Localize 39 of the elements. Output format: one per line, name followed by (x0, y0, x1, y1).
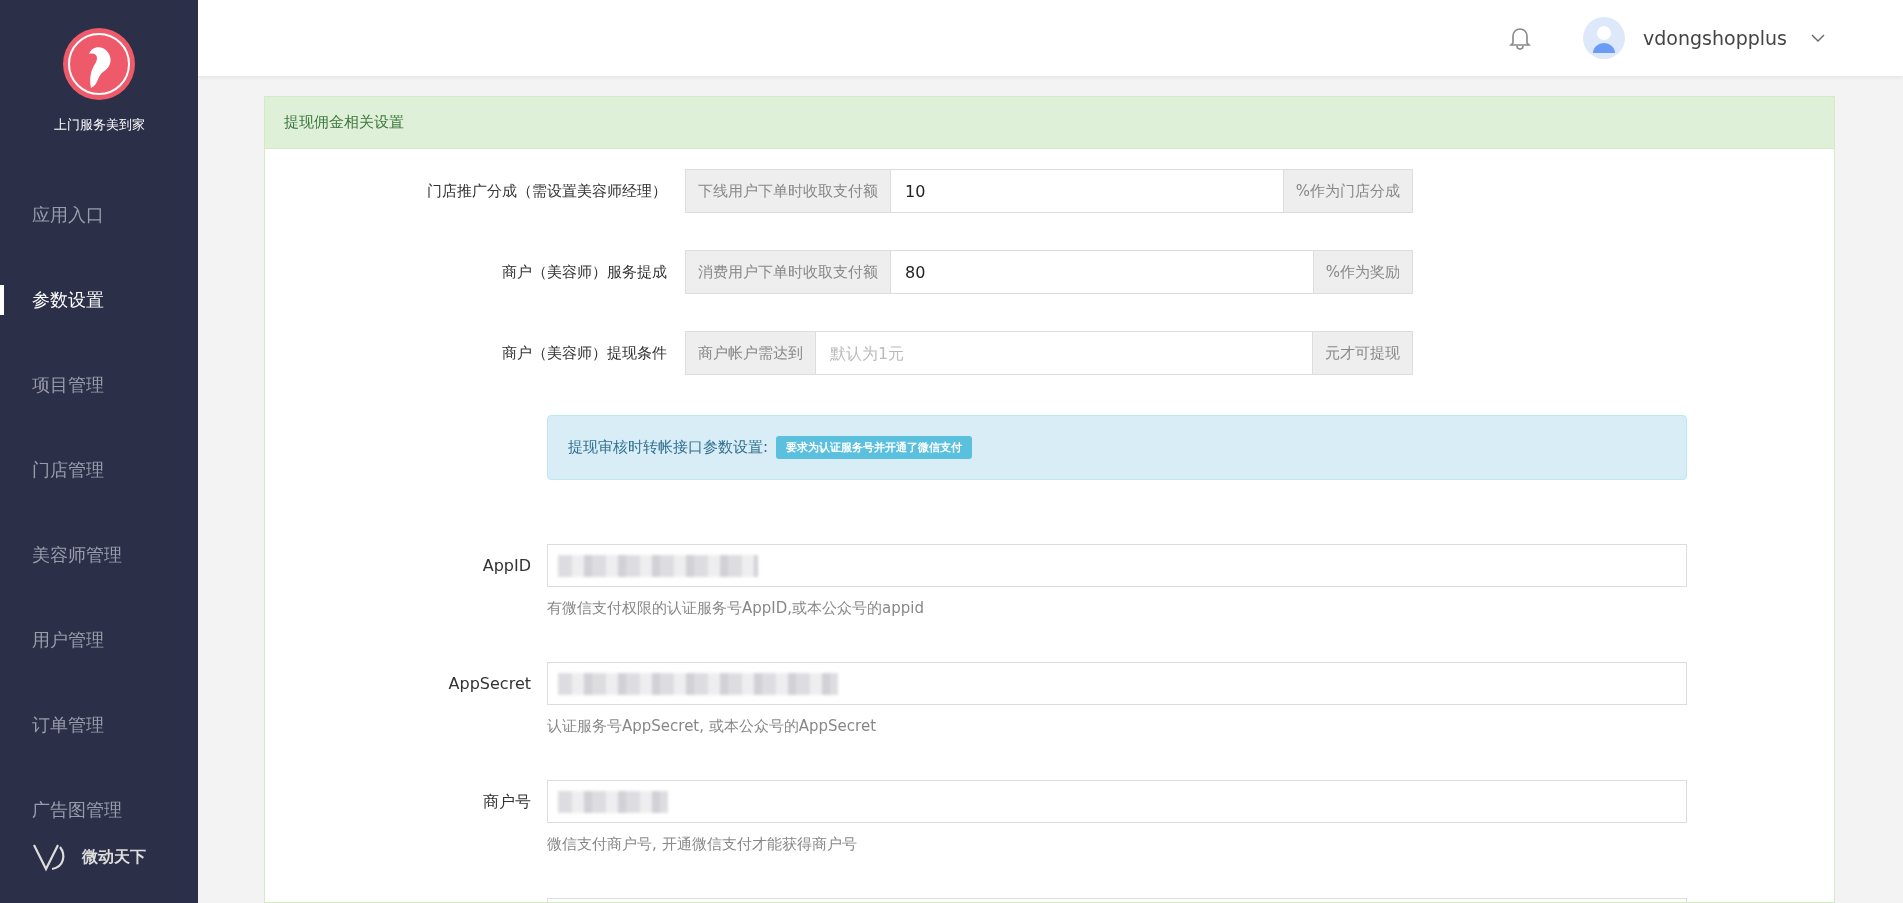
sidebar-item[interactable]: 项目管理 (0, 370, 104, 400)
input-field[interactable]: 80 (891, 250, 1313, 294)
caret-icon[interactable] (1811, 34, 1825, 42)
input-prefix: 下线用户下单时收取支付额 (685, 169, 891, 213)
input-suffix: %作为奖励 (1312, 250, 1413, 294)
input-field[interactable] (547, 662, 1687, 705)
help-text: 有微信支付权限的认证服务号AppID,或本公众号的appid (547, 599, 925, 618)
input-prefix: 消费用户下单时收取支付额 (685, 250, 891, 294)
brand-name: 上门服务美到家 (53, 116, 145, 134)
field-label: 商户号 (483, 792, 531, 811)
input-suffix: %作为门店分成 (1282, 169, 1413, 213)
sidebar-item[interactable]: 订单管理 (0, 710, 104, 740)
username[interactable]: vdongshopplus (1643, 27, 1787, 49)
input-field[interactable] (547, 544, 1687, 587)
field-label: 门店推广分成（需设置美容师经理） (426, 181, 668, 201)
field-label: 商户（美容师）提现条件 (501, 343, 668, 363)
input-prefix: 商户帐户需达到 (685, 331, 816, 375)
help-text: 认证服务号AppSecret, 或本公众号的AppSecret (547, 717, 878, 736)
help-text: 微信支付商户号, 开通微信支付才能获得商户号 (547, 835, 858, 854)
input-suffix: 元才可提现 (1312, 331, 1413, 375)
sidebar-item[interactable]: 应用入口 (0, 200, 104, 230)
alert-text: 提现审核时转帐接口参数设置: (568, 438, 769, 457)
notification-bell-icon[interactable] (1509, 26, 1532, 50)
field-label: 商户（美容师）服务提成 (501, 262, 668, 282)
sidebar-item[interactable]: 参数设置 (0, 285, 104, 315)
field-label: AppID (482, 556, 531, 575)
user-avatar-icon[interactable] (1583, 17, 1626, 59)
panel-title: 提现佣金相关设置 (265, 97, 1834, 149)
sidebar-item[interactable]: 美容师管理 (0, 540, 122, 570)
input-field[interactable]: 默认为1元 (816, 331, 1312, 375)
sidebar-item[interactable]: 门店管理 (0, 455, 104, 485)
sidebar-item[interactable]: 用户管理 (0, 625, 104, 655)
field-label: AppSecret (448, 674, 531, 693)
input-field[interactable] (547, 780, 1687, 823)
logo-icon (61, 26, 137, 102)
brand-footer: 微动天下 (82, 846, 146, 868)
sidebar-item[interactable]: 广告图管理 (0, 795, 122, 825)
requirement-badge: 要求为认证服务号并开通了微信支付 (776, 436, 973, 459)
input-field[interactable]: 10 (891, 169, 1283, 213)
